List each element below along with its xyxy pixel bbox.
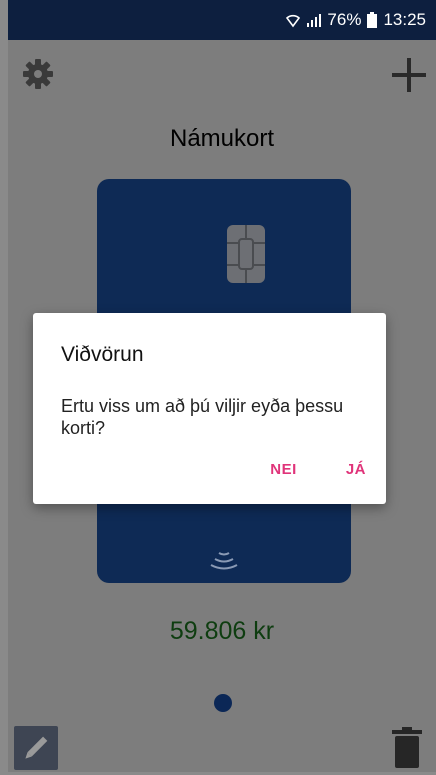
card-title: Námukort bbox=[169, 125, 275, 152]
card-balance: 59.806 kr bbox=[169, 617, 275, 645]
no-button[interactable]: NEI bbox=[270, 461, 297, 478]
page-indicator-dot bbox=[214, 694, 232, 712]
plus-icon[interactable] bbox=[388, 54, 430, 96]
delete-confirm-dialog: Viðvörun Ertu viss um að þú viljir eyða … bbox=[33, 313, 386, 504]
yes-button[interactable]: JÁ bbox=[346, 461, 366, 478]
chip-icon bbox=[227, 225, 265, 283]
status-bar: 76% 13:25 bbox=[8, 0, 436, 40]
wifi-icon bbox=[285, 12, 301, 28]
gear-icon[interactable] bbox=[22, 58, 54, 90]
clock: 13:25 bbox=[383, 10, 426, 29]
contactless-icon bbox=[207, 547, 241, 573]
dialog-actions: NEI JÁ bbox=[270, 461, 366, 478]
dialog-message: Ertu viss um að þú viljir eyða þessu kor… bbox=[61, 396, 344, 438]
trash-icon[interactable] bbox=[390, 726, 424, 770]
signal-icon bbox=[306, 12, 322, 28]
dialog-title: Viðvörun bbox=[61, 343, 144, 366]
battery-icon bbox=[366, 11, 378, 29]
battery-percent: 76% bbox=[327, 10, 362, 29]
pencil-icon[interactable] bbox=[14, 726, 58, 770]
